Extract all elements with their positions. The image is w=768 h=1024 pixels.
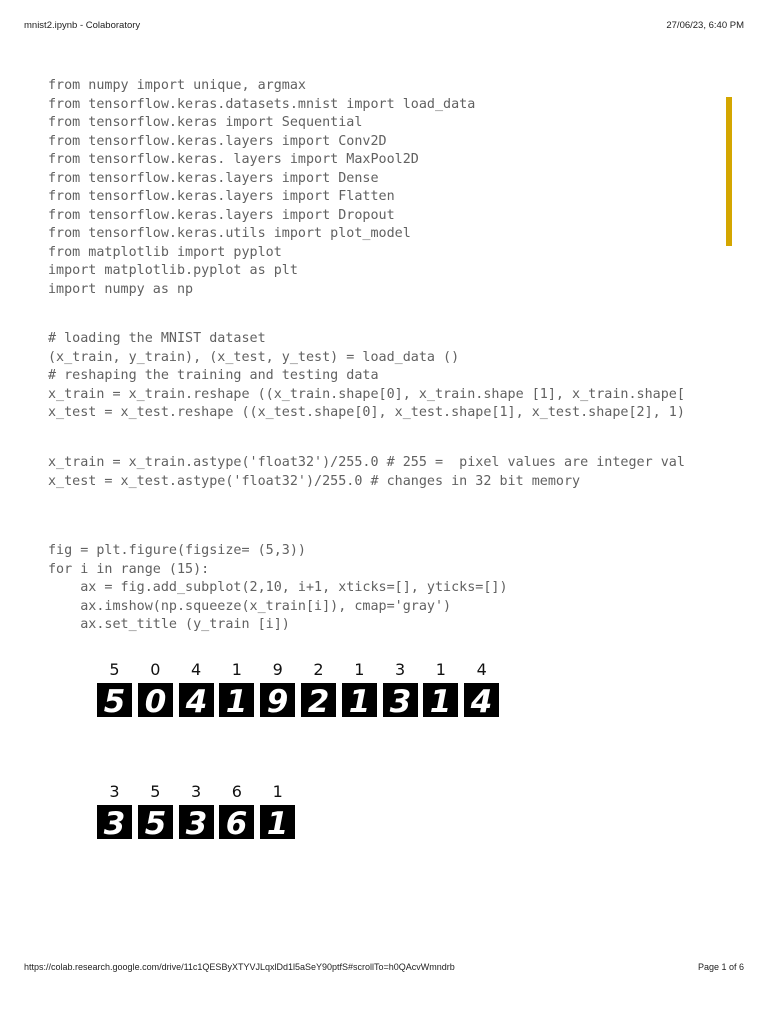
digit-image: 2 (301, 683, 336, 717)
code-line: from tensorflow.keras. layers import Max… (48, 152, 419, 167)
digit-image: 9 (260, 683, 296, 717)
digit-title: 1 (272, 782, 283, 801)
code-line: from matplotlib import pyplot (48, 244, 282, 260)
digit-image: 4 (178, 683, 214, 717)
digit-title: 1 (435, 660, 446, 679)
code-line: from tensorflow.keras.layers import Flat… (48, 189, 395, 204)
window-title: mnist2.ipynb - Colaboratory (24, 20, 141, 31)
digit-image: 4 (464, 683, 500, 717)
digit-glyph: 3 (104, 806, 126, 839)
code-line: x_test = x_test.reshape ((x_test.shape[0… (48, 405, 685, 420)
page-number: Page 1 of 6 (697, 962, 744, 972)
digit-glyph: 1 (226, 684, 248, 717)
code-line: from tensorflow.keras.layers import Conv… (48, 133, 387, 149)
page-url: https://colab.research.google.com/drive/… (24, 962, 455, 972)
code-line: x_test = x_test.astype('float32')/255.0 … (48, 473, 581, 489)
code-line: x_train = x_train.reshape ((x_train.shap… (48, 386, 685, 402)
code-cell-normalize[interactable]: x_train = x_train.astype('float32')/255.… (48, 454, 734, 491)
code-line: from tensorflow.keras.utils import plot_… (48, 226, 411, 241)
code-line: from tensorflow.keras.layers import Drop… (48, 207, 395, 223)
digit-glyph: 3 (185, 806, 207, 839)
digit-image: 5 (137, 805, 173, 839)
digit-glyph: 1 (349, 684, 371, 717)
digit-image: 0 (137, 683, 173, 717)
code-line: x_train = x_train.astype('float32')/255.… (48, 455, 685, 470)
code-line: from tensorflow.keras import Sequential (48, 115, 363, 130)
digit-title: 4 (476, 660, 487, 679)
digit-glyph: 5 (104, 684, 126, 717)
digit-image: 1 (260, 805, 296, 839)
code-line: import numpy as np (48, 281, 194, 297)
digit-image: 5 (97, 683, 132, 717)
digit-title: 0 (150, 660, 161, 679)
code-line: # reshaping the training and testing dat… (48, 368, 379, 383)
print-datetime: 27/06/23, 6:40 PM (666, 20, 744, 31)
code-cell-plot[interactable]: fig = plt.figure(figsize= (5,3)) for i in… (48, 542, 734, 635)
digit-image: 3 (178, 805, 214, 839)
code-line: import matplotlib.pyplot as plt (48, 263, 298, 278)
digit-title: 5 (150, 782, 161, 801)
digit-title: 4 (191, 660, 202, 679)
digit-glyph: 5 (145, 806, 167, 839)
digit-title: 1 (354, 660, 365, 679)
code-line: fig = plt.figure(figsize= (5,3)) (48, 543, 306, 558)
digit-glyph: 2 (308, 684, 330, 717)
digit-glyph: 6 (226, 806, 248, 839)
digit-title: 3 (191, 782, 202, 801)
code-line: from tensorflow.keras.layers import Dens… (48, 170, 379, 186)
digit-image: 6 (219, 805, 255, 839)
digit-glyph: 9 (267, 684, 289, 717)
code-cell-imports[interactable]: from numpy import unique, argmax from ten… (48, 77, 734, 299)
code-line: ax.set_title (y_train [i]) (48, 617, 290, 632)
digit-glyph: 1 (430, 684, 452, 717)
code-line: ax = fig.add_subplot(2,10, i+1, xticks=[… (48, 580, 508, 595)
digit-image: 1 (219, 683, 255, 717)
digit-title: 2 (313, 660, 324, 679)
digit-title: 9 (272, 660, 283, 679)
digit-image: 1 (341, 683, 377, 717)
digit-glyph: 4 (184, 684, 207, 717)
digit-glyph: 0 (145, 684, 167, 717)
code-line: ax.imshow(np.squeeze(x_train[i]), cmap='… (48, 598, 452, 614)
digit-glyph: 3 (389, 684, 411, 717)
digit-glyph: 1 (267, 806, 289, 839)
code-line: (x_train, y_train), (x_test, y_test) = l… (48, 349, 460, 365)
digit-image: 1 (423, 683, 459, 717)
digit-title: 3 (395, 660, 406, 679)
digit-title: 3 (109, 782, 120, 801)
digit-glyph: 4 (470, 684, 493, 717)
digit-image: 3 (382, 683, 418, 717)
digit-title: 6 (231, 782, 242, 801)
code-line: # loading the MNIST dataset (48, 331, 266, 346)
digit-title: 5 (109, 660, 120, 679)
code-cell-load-data[interactable]: # loading the MNIST dataset (x_train, y_t… (48, 330, 734, 423)
code-line: for i in range (15): (48, 561, 210, 577)
code-line: from numpy import unique, argmax (48, 78, 306, 93)
code-line: from tensorflow.keras.datasets.mnist imp… (48, 96, 476, 112)
digit-title: 1 (231, 660, 242, 679)
digit-image: 3 (97, 805, 132, 839)
